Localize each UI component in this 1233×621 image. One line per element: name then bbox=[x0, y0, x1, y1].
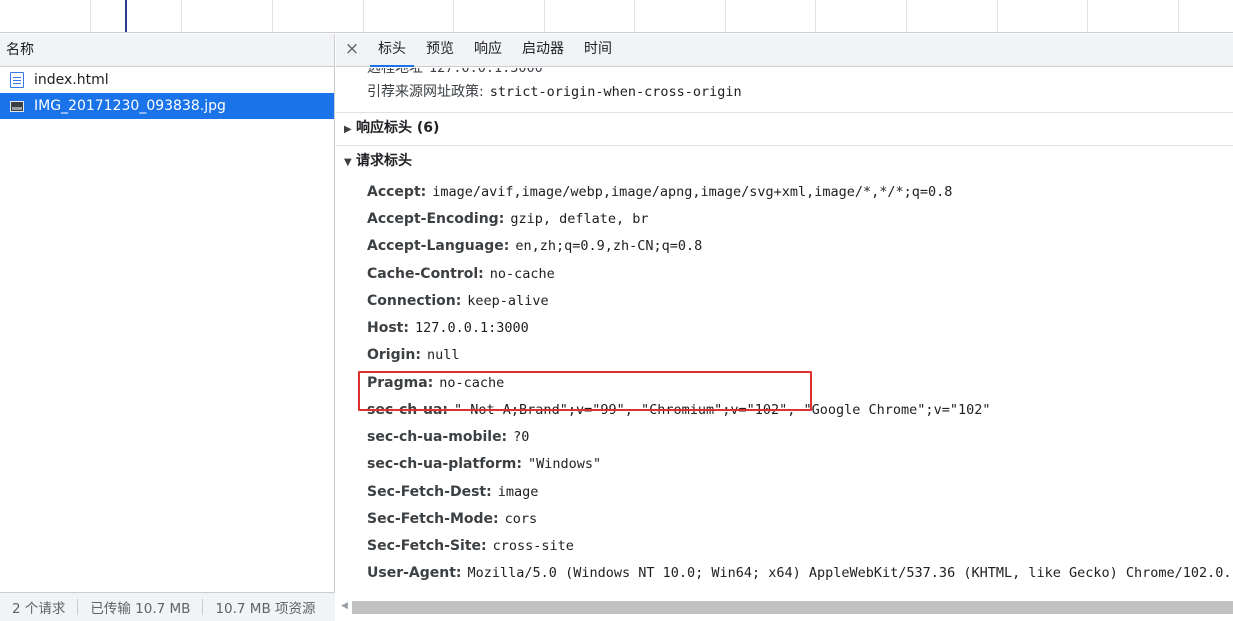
header-value: en,zh;q=0.9,zh-CN;q=0.8 bbox=[515, 238, 703, 254]
request-row-image[interactable]: IMG_20171230_093838.jpg bbox=[0, 93, 334, 119]
horizontal-scrollbar[interactable]: ◀ bbox=[336, 594, 1233, 621]
transferred-size: 已传输 10.7 MB bbox=[90, 601, 191, 617]
header-value: ?0 bbox=[513, 429, 530, 445]
timeline-gridline bbox=[906, 0, 907, 32]
timeline-gridline bbox=[1087, 0, 1088, 32]
tab-headers[interactable]: 标头 bbox=[368, 34, 416, 67]
request-list-panel: 名称 index.html IMG_20171230_093838.jpg 2 … bbox=[0, 34, 335, 621]
header-row-origin: Origin: null bbox=[367, 345, 460, 365]
request-name: index.html bbox=[34, 72, 109, 88]
header-value: image/avif,image/webp,image/apng,image/s… bbox=[432, 184, 953, 200]
header-key: Accept: bbox=[367, 184, 427, 200]
remote-address-row: 远程地址 127.0.0.1:3000 bbox=[367, 68, 543, 77]
scrollbar-thumb[interactable] bbox=[352, 601, 1233, 614]
network-summary-bar: 2 个请求 已传输 10.7 MB 10.7 MB 项资源 bbox=[0, 592, 335, 621]
header-row-sec-fetch-dest: Sec-Fetch-Dest: image bbox=[367, 482, 538, 502]
header-value: keep-alive bbox=[467, 293, 549, 309]
section-title: 响应标头 (6) bbox=[356, 120, 440, 136]
header-value: null bbox=[427, 347, 460, 363]
triangle-right-icon: ▶ bbox=[344, 124, 352, 135]
header-row-connection: Connection: keep-alive bbox=[367, 291, 549, 311]
tab-response[interactable]: 响应 bbox=[464, 34, 512, 66]
header-key: sec-ch-ua-platform: bbox=[367, 456, 522, 472]
header-value: Mozilla/5.0 (Windows NT 10.0; Win64; x64… bbox=[467, 565, 1232, 581]
header-key: Host: bbox=[367, 320, 409, 336]
header-key: Sec-Fetch-Mode: bbox=[367, 511, 499, 527]
timeline-gridline bbox=[1178, 0, 1179, 32]
timeline-gridline bbox=[997, 0, 998, 32]
timeline-gridline bbox=[725, 0, 726, 32]
section-divider bbox=[336, 145, 1233, 146]
header-row-cache-control: Cache-Control: no-cache bbox=[367, 264, 555, 284]
header-key: Sec-Fetch-Site: bbox=[367, 538, 487, 554]
timeline-gridline bbox=[181, 0, 182, 32]
header-value: strict-origin-when-cross-origin bbox=[489, 84, 742, 100]
tab-timing[interactable]: 时间 bbox=[574, 34, 622, 66]
request-count: 2 个请求 bbox=[12, 601, 66, 617]
section-title: 请求标头 bbox=[356, 153, 412, 169]
header-key: Accept-Language: bbox=[367, 238, 510, 254]
request-details-panel: × 标头 预览 响应 启动器 时间 远程地址 127.0.0.1:3000 引荐来… bbox=[336, 34, 1233, 621]
request-name: IMG_20171230_093838.jpg bbox=[34, 98, 226, 114]
timeline-gridline bbox=[272, 0, 273, 32]
header-key: User-Agent: bbox=[367, 565, 462, 581]
header-value: 127.0.0.1:3000 bbox=[414, 320, 529, 336]
header-row-sec-fetch-site: Sec-Fetch-Site: cross-site bbox=[367, 536, 574, 556]
header-row-accept-encoding: Accept-Encoding: gzip, deflate, br bbox=[367, 209, 648, 229]
header-key: Connection: bbox=[367, 293, 462, 309]
resources-size: 10.7 MB 项资源 bbox=[215, 601, 316, 617]
request-row-index-html[interactable]: index.html bbox=[0, 67, 334, 93]
request-headers-section[interactable]: ▼ 请求标头 bbox=[344, 151, 412, 171]
header-row-accept: Accept: image/avif,image/webp,image/apng,… bbox=[367, 182, 952, 202]
timeline-gridline bbox=[453, 0, 454, 32]
network-timeline-overview[interactable] bbox=[0, 0, 1233, 33]
header-value: image bbox=[497, 484, 539, 500]
header-key: 远程地址 bbox=[367, 68, 423, 76]
timeline-gridline bbox=[544, 0, 545, 32]
header-row-sec-fetch-mode: Sec-Fetch-Mode: cors bbox=[367, 509, 537, 529]
image-icon bbox=[10, 100, 24, 112]
tab-initiator[interactable]: 启动器 bbox=[512, 34, 574, 66]
name-column-header[interactable]: 名称 bbox=[0, 34, 334, 67]
header-row-user-agent: User-Agent: Mozilla/5.0 (Windows NT 10.0;… bbox=[367, 563, 1232, 583]
header-key: Origin: bbox=[367, 347, 421, 363]
timeline-gridline bbox=[634, 0, 635, 32]
header-value: cross-site bbox=[492, 538, 574, 554]
header-key: Sec-Fetch-Dest: bbox=[367, 484, 492, 500]
timeline-gridline bbox=[363, 0, 364, 32]
timeline-marker bbox=[125, 0, 127, 32]
referrer-policy-row: 引荐来源网址政策: strict-origin-when-cross-origin bbox=[367, 82, 742, 102]
header-value: 127.0.0.1:3000 bbox=[429, 68, 543, 76]
header-row-sec-ch-ua-platform: sec-ch-ua-platform: "Windows" bbox=[367, 454, 601, 474]
tab-preview[interactable]: 预览 bbox=[416, 34, 464, 66]
scroll-left-icon[interactable]: ◀ bbox=[341, 601, 348, 611]
close-icon[interactable]: × bbox=[336, 34, 368, 66]
header-value: gzip, deflate, br bbox=[510, 211, 649, 227]
timeline-gridline bbox=[90, 0, 91, 32]
triangle-down-icon: ▼ bbox=[344, 157, 352, 168]
section-divider bbox=[336, 112, 1233, 113]
header-value: "Windows" bbox=[528, 456, 602, 472]
header-key: Accept-Encoding: bbox=[367, 211, 505, 227]
header-value: no-cache bbox=[489, 266, 555, 282]
header-key: 引荐来源网址政策: bbox=[367, 84, 484, 100]
timeline-gridline bbox=[815, 0, 816, 32]
headers-view: 远程地址 127.0.0.1:3000 引荐来源网址政策: strict-origi… bbox=[336, 68, 1233, 594]
origin-highlight-box bbox=[358, 371, 812, 411]
header-key: sec-ch-ua-mobile: bbox=[367, 429, 508, 445]
header-row-host: Host: 127.0.0.1:3000 bbox=[367, 318, 529, 338]
header-key: Cache-Control: bbox=[367, 266, 484, 282]
header-value: cors bbox=[504, 511, 538, 527]
header-row-sec-ch-ua-mobile: sec-ch-ua-mobile: ?0 bbox=[367, 427, 529, 447]
response-headers-section[interactable]: ▶ 响应标头 (6) bbox=[344, 118, 439, 138]
details-tabbar: × 标头 预览 响应 启动器 时间 bbox=[336, 34, 1233, 67]
header-row-accept-language: Accept-Language: en,zh;q=0.9,zh-CN;q=0.8 bbox=[367, 236, 702, 256]
document-icon bbox=[10, 72, 24, 88]
